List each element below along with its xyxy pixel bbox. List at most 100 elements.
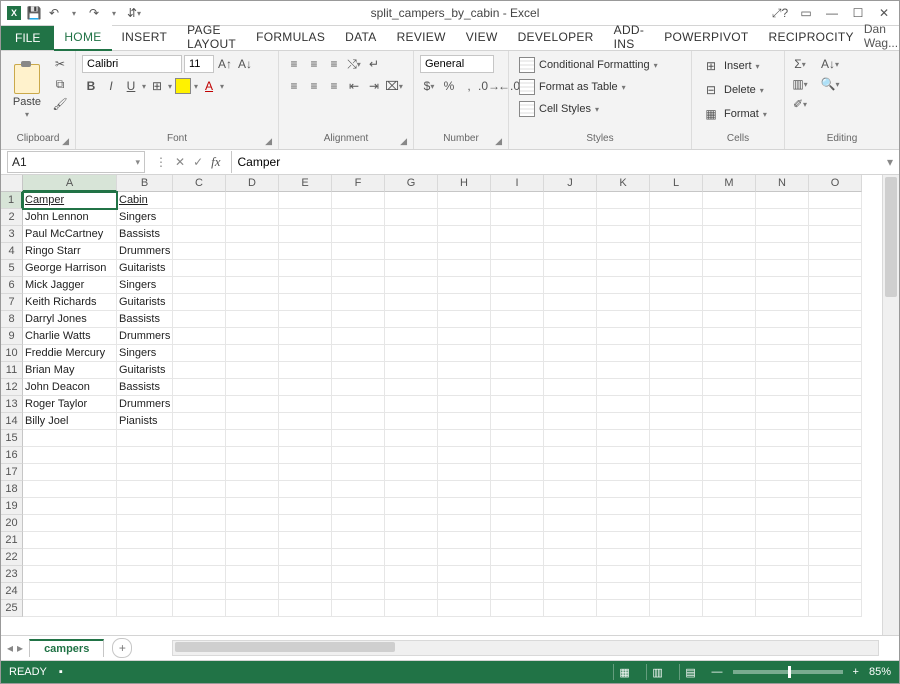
cell-I25[interactable] bbox=[491, 600, 544, 617]
cell-B3[interactable]: Bassists bbox=[117, 226, 173, 243]
cell-L18[interactable] bbox=[650, 481, 703, 498]
zoom-out-button[interactable]: — bbox=[712, 666, 723, 678]
cell-K2[interactable] bbox=[597, 209, 650, 226]
cell-E23[interactable] bbox=[279, 566, 332, 583]
cell-J12[interactable] bbox=[544, 379, 597, 396]
cell-A18[interactable] bbox=[23, 481, 117, 498]
cell-H24[interactable] bbox=[438, 583, 491, 600]
cell-G25[interactable] bbox=[385, 600, 438, 617]
cell-F14[interactable] bbox=[332, 413, 385, 430]
cell-A19[interactable] bbox=[23, 498, 117, 515]
number-format-select[interactable] bbox=[420, 55, 494, 73]
insert-cells-button[interactable]: ⊞Insert bbox=[698, 55, 764, 77]
comma-format-icon[interactable]: , bbox=[460, 77, 478, 95]
cell-G4[interactable] bbox=[385, 243, 438, 260]
cell-I4[interactable] bbox=[491, 243, 544, 260]
cell-G20[interactable] bbox=[385, 515, 438, 532]
cell-A17[interactable] bbox=[23, 464, 117, 481]
cell-J24[interactable] bbox=[544, 583, 597, 600]
cell-A10[interactable]: Freddie Mercury bbox=[23, 345, 117, 362]
cell-K17[interactable] bbox=[597, 464, 650, 481]
cell-B22[interactable] bbox=[117, 549, 173, 566]
cell-G23[interactable] bbox=[385, 566, 438, 583]
tab-view[interactable]: VIEW bbox=[456, 25, 508, 49]
cell-H5[interactable] bbox=[438, 260, 491, 277]
cell-H6[interactable] bbox=[438, 277, 491, 294]
cell-J16[interactable] bbox=[544, 447, 597, 464]
cell-H22[interactable] bbox=[438, 549, 491, 566]
cell-E7[interactable] bbox=[279, 294, 332, 311]
cell-B12[interactable]: Bassists bbox=[117, 379, 173, 396]
cell-F19[interactable] bbox=[332, 498, 385, 515]
tab-add-ins[interactable]: ADD-INS bbox=[604, 25, 655, 49]
cell-N20[interactable] bbox=[756, 515, 809, 532]
cell-O2[interactable] bbox=[809, 209, 862, 226]
paste-button[interactable]: Paste ▾ bbox=[7, 55, 47, 127]
cell-A2[interactable]: John Lennon bbox=[23, 209, 117, 226]
column-header-K[interactable]: K bbox=[597, 175, 650, 192]
row-header-6[interactable]: 6 bbox=[1, 277, 23, 294]
cell-E12[interactable] bbox=[279, 379, 332, 396]
cell-A12[interactable]: John Deacon bbox=[23, 379, 117, 396]
cell-L14[interactable] bbox=[650, 413, 703, 430]
cell-M22[interactable] bbox=[703, 549, 756, 566]
formula-input[interactable] bbox=[231, 151, 881, 173]
cell-J4[interactable] bbox=[544, 243, 597, 260]
cell-K16[interactable] bbox=[597, 447, 650, 464]
cell-H11[interactable] bbox=[438, 362, 491, 379]
cell-M18[interactable] bbox=[703, 481, 756, 498]
font-size-select[interactable] bbox=[184, 55, 214, 73]
percent-format-icon[interactable]: % bbox=[440, 77, 458, 95]
cell-E10[interactable] bbox=[279, 345, 332, 362]
cell-F23[interactable] bbox=[332, 566, 385, 583]
column-header-H[interactable]: H bbox=[438, 175, 491, 192]
cell-C23[interactable] bbox=[173, 566, 226, 583]
cell-O23[interactable] bbox=[809, 566, 862, 583]
cell-J19[interactable] bbox=[544, 498, 597, 515]
cell-F8[interactable] bbox=[332, 311, 385, 328]
cell-B18[interactable] bbox=[117, 481, 173, 498]
cell-N3[interactable] bbox=[756, 226, 809, 243]
cell-D4[interactable] bbox=[226, 243, 279, 260]
cell-E17[interactable] bbox=[279, 464, 332, 481]
cell-A13[interactable]: Roger Taylor bbox=[23, 396, 117, 413]
cell-I1[interactable] bbox=[491, 192, 544, 209]
cell-G18[interactable] bbox=[385, 481, 438, 498]
border-button[interactable]: ⊞ bbox=[148, 77, 166, 95]
format-painter-icon[interactable]: 🖌 bbox=[51, 95, 69, 113]
increase-decimal-icon[interactable]: .0→ bbox=[480, 77, 498, 95]
cell-B1[interactable]: Cabin bbox=[117, 192, 173, 209]
cell-D23[interactable] bbox=[226, 566, 279, 583]
cell-J17[interactable] bbox=[544, 464, 597, 481]
cell-C18[interactable] bbox=[173, 481, 226, 498]
cell-E15[interactable] bbox=[279, 430, 332, 447]
cell-F10[interactable] bbox=[332, 345, 385, 362]
cell-M5[interactable] bbox=[703, 260, 756, 277]
cell-N24[interactable] bbox=[756, 583, 809, 600]
cell-N10[interactable] bbox=[756, 345, 809, 362]
cell-L21[interactable] bbox=[650, 532, 703, 549]
cell-J5[interactable] bbox=[544, 260, 597, 277]
cell-F18[interactable] bbox=[332, 481, 385, 498]
row-header-12[interactable]: 12 bbox=[1, 379, 23, 396]
cell-D20[interactable] bbox=[226, 515, 279, 532]
cell-M16[interactable] bbox=[703, 447, 756, 464]
cell-O7[interactable] bbox=[809, 294, 862, 311]
cell-H7[interactable] bbox=[438, 294, 491, 311]
cell-D5[interactable] bbox=[226, 260, 279, 277]
cell-F16[interactable] bbox=[332, 447, 385, 464]
cell-A24[interactable] bbox=[23, 583, 117, 600]
maximize-button[interactable]: ☐ bbox=[847, 4, 869, 22]
cell-G1[interactable] bbox=[385, 192, 438, 209]
cell-L16[interactable] bbox=[650, 447, 703, 464]
cell-L24[interactable] bbox=[650, 583, 703, 600]
cell-K8[interactable] bbox=[597, 311, 650, 328]
cell-B10[interactable]: Singers bbox=[117, 345, 173, 362]
cell-A25[interactable] bbox=[23, 600, 117, 617]
cancel-formula-icon[interactable]: ✕ bbox=[175, 155, 185, 169]
cell-L25[interactable] bbox=[650, 600, 703, 617]
align-right-icon[interactable]: ≡ bbox=[325, 77, 343, 95]
name-box-expand-icon[interactable]: ⋮ bbox=[155, 155, 167, 169]
cell-K22[interactable] bbox=[597, 549, 650, 566]
format-cells-button[interactable]: ▦Format bbox=[698, 103, 771, 125]
